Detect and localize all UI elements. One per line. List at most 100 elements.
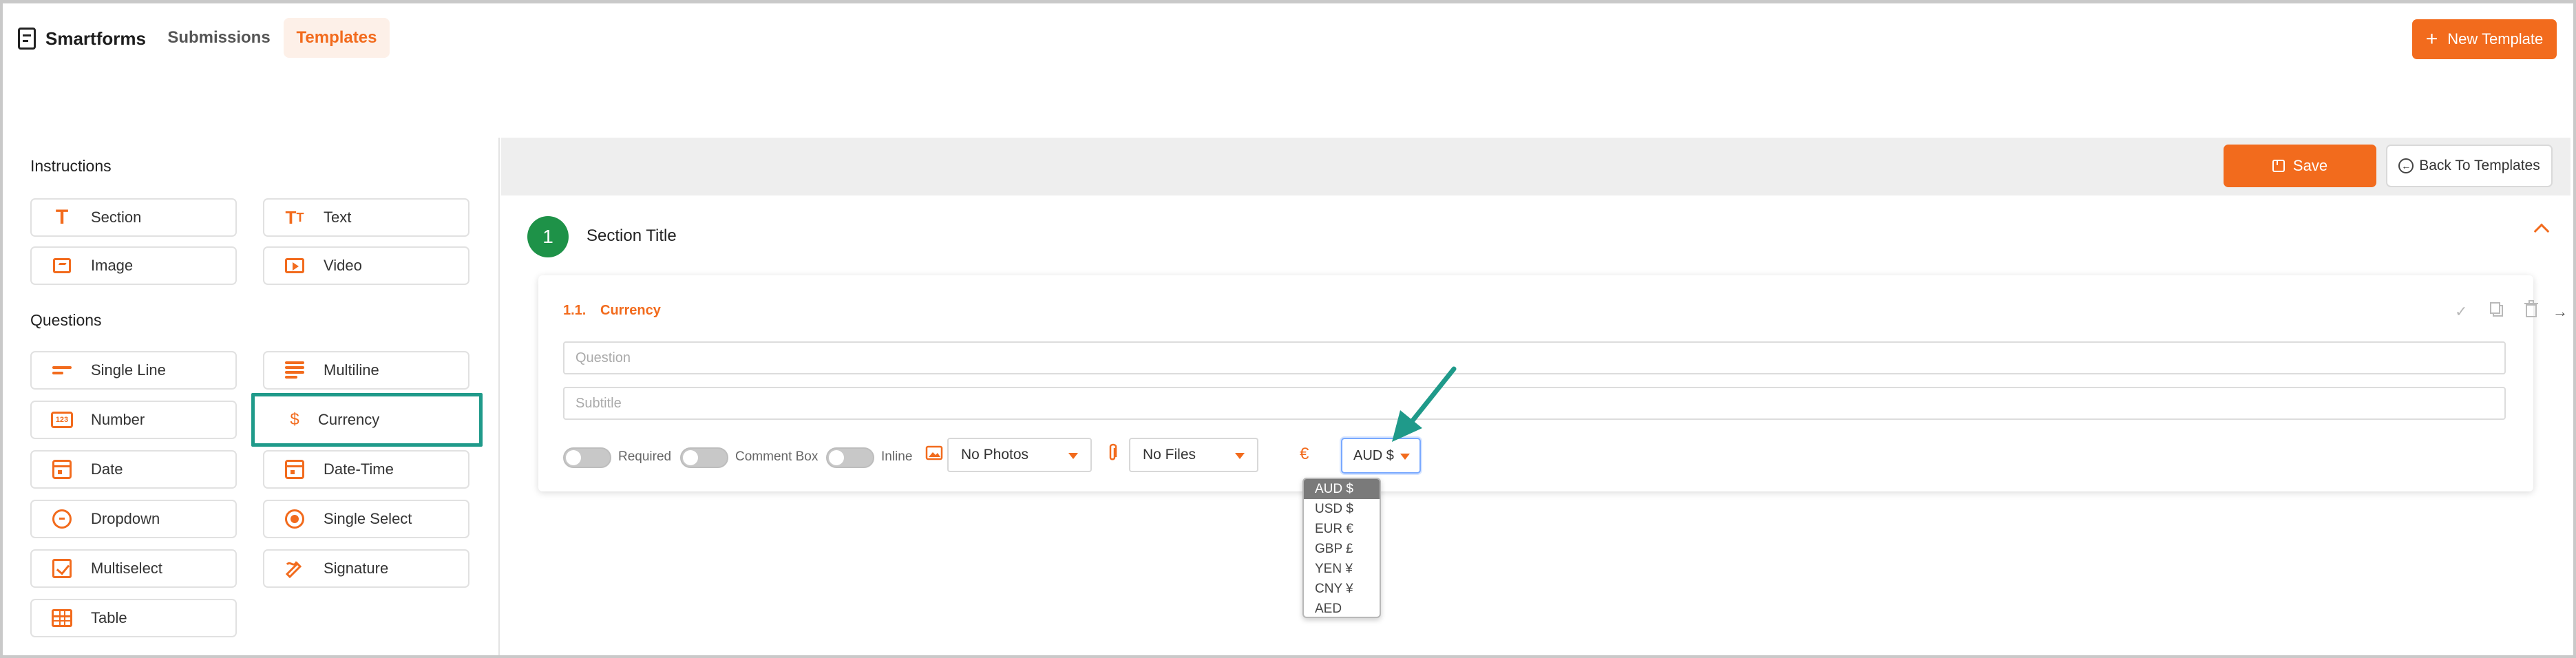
palette-item-text[interactable]: TT Text [263, 198, 469, 237]
palette-item-label: Multiline [324, 361, 379, 379]
comment-box-toggle[interactable] [680, 447, 728, 468]
inline-toggle[interactable] [826, 447, 874, 468]
palette-item-table[interactable]: Table [30, 599, 237, 637]
palette-item-section[interactable]: T Section [30, 198, 237, 237]
paperclip-icon [1107, 443, 1118, 467]
currency-select-value: AUD $ [1353, 447, 1394, 463]
duplicate-icon[interactable] [2489, 301, 2504, 322]
palette-item-label: Video [324, 257, 362, 274]
instructions-heading: Instructions [30, 157, 112, 175]
radio-icon [284, 508, 306, 530]
palette-item-multiselect[interactable]: Multiselect [30, 549, 237, 588]
annotation-arrow-icon [1392, 366, 1457, 442]
palette-item-single-select[interactable]: Single Select [263, 500, 469, 538]
files-select-value: No Files [1143, 447, 1196, 463]
subtitle-input[interactable]: Subtitle [563, 387, 2506, 420]
builder-toolbar: Save ← Back To Templates [501, 138, 2570, 195]
new-template-button[interactable]: + New Template [2412, 19, 2557, 59]
tab-submissions[interactable]: Submissions [162, 18, 275, 58]
currency-option[interactable]: AED [1304, 599, 1380, 617]
tab-templates[interactable]: Templates [284, 18, 390, 58]
currency-options-list: AUD $ USD $ EUR € GBP £ YEN ¥ CNY ¥ AED [1302, 478, 1381, 618]
number-icon: 123 [51, 409, 73, 431]
image-icon [51, 255, 73, 277]
save-label: Save [2292, 157, 2328, 174]
question-card: 1.1. Currency ✓ → Question Subtitle Requ… [538, 275, 2568, 491]
back-to-templates-button[interactable]: ← Back To Templates [2386, 145, 2553, 187]
signature-icon [284, 558, 306, 580]
brand-name: Smartforms [45, 28, 146, 49]
new-template-label: New Template [2447, 30, 2544, 47]
question-type: Currency [600, 303, 661, 318]
save-icon [2272, 160, 2285, 172]
palette-item-label: Single Line [91, 361, 166, 379]
currency-option[interactable]: AUD $ [1304, 479, 1380, 499]
chevron-down-icon [1068, 453, 1078, 459]
top-navigation: Smartforms Submissions Templates + New T… [0, 0, 2576, 76]
photos-select-value: No Photos [961, 447, 1029, 463]
question-number: 1.1. [563, 303, 587, 318]
section-header[interactable]: 1 Section Title [501, 195, 2570, 278]
palette-item-label: Text [324, 209, 352, 226]
checkbox-icon [51, 558, 73, 580]
required-toggle[interactable] [563, 447, 611, 468]
palette-item-video[interactable]: Video [263, 246, 469, 285]
video-icon [284, 255, 306, 277]
palette-item-label: Dropdown [91, 510, 160, 527]
palette-item-number[interactable]: 123 Number [30, 401, 237, 439]
collapse-chevron-icon[interactable] [2533, 223, 2550, 240]
calendar-icon [51, 458, 73, 480]
currency-symbol-icon: € [1300, 445, 1309, 463]
palette-item-label: Date-Time [324, 460, 394, 478]
photo-icon [925, 445, 943, 466]
element-palette: Instructions T Section TT Text Image Vid… [6, 138, 500, 655]
palette-item-label: Multiselect [91, 560, 162, 577]
palette-item-label: Currency [318, 411, 380, 428]
palette-item-label: Number [91, 411, 145, 428]
section-number-badge: 1 [527, 216, 569, 257]
palette-item-label: Section [91, 209, 142, 226]
multiline-icon [284, 359, 306, 381]
palette-item-currency[interactable]: $ Currency [251, 393, 483, 447]
chevron-down-icon [1235, 453, 1245, 459]
calendar-icon [284, 458, 306, 480]
palette-item-date[interactable]: Date [30, 450, 237, 489]
palette-item-multiline[interactable]: Multiline [263, 351, 469, 390]
smartforms-logo-icon [18, 28, 36, 50]
chevron-down-icon [1400, 454, 1410, 460]
save-button[interactable]: Save [2224, 145, 2376, 187]
palette-item-label: Table [91, 609, 127, 626]
files-select[interactable]: No Files [1129, 438, 1258, 472]
currency-option[interactable]: EUR € [1304, 519, 1380, 539]
currency-option[interactable]: USD $ [1304, 499, 1380, 519]
question-input[interactable]: Question [563, 341, 2506, 374]
template-builder: Save ← Back To Templates 1 Section Title… [501, 138, 2570, 655]
text-icon: TT [285, 206, 304, 228]
currency-option[interactable]: CNY ¥ [1304, 579, 1380, 599]
palette-item-signature[interactable]: Signature [263, 549, 469, 588]
table-icon [51, 607, 73, 629]
currency-option[interactable]: GBP £ [1304, 539, 1380, 559]
delete-icon[interactable] [2524, 300, 2539, 322]
section-icon: T [55, 206, 69, 229]
palette-item-single-line[interactable]: Single Line [30, 351, 237, 390]
palette-item-label: Date [91, 460, 123, 478]
brand[interactable]: Smartforms [18, 25, 146, 52]
questions-heading: Questions [30, 311, 102, 329]
arrow-right-icon[interactable]: → [2553, 303, 2568, 321]
palette-item-label: Image [91, 257, 134, 274]
required-label: Required [618, 449, 672, 464]
palette-item-label: Signature [324, 560, 389, 577]
currency-icon: $ [290, 410, 299, 429]
back-label: Back To Templates [2419, 158, 2540, 173]
palette-item-dropdown[interactable]: Dropdown [30, 500, 237, 538]
comment-box-label: Comment Box [735, 449, 819, 464]
check-icon[interactable]: ✓ [2455, 303, 2467, 321]
section-title[interactable]: Section Title [587, 226, 677, 246]
currency-option[interactable]: YEN ¥ [1304, 559, 1380, 579]
palette-item-image[interactable]: Image [30, 246, 237, 285]
dropdown-icon [51, 508, 73, 530]
single-line-icon [51, 359, 73, 381]
photos-select[interactable]: No Photos [947, 438, 1092, 472]
palette-item-date-time[interactable]: Date-Time [263, 450, 469, 489]
